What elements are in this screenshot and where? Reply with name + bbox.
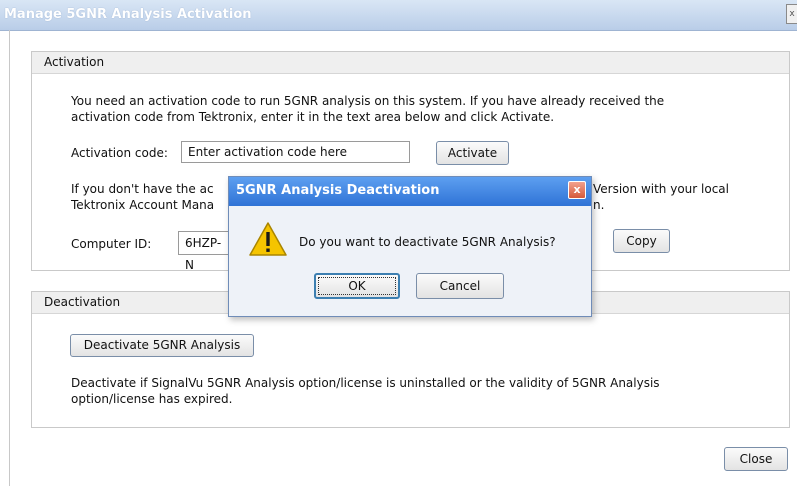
window-titlebar: Manage 5GNR Analysis Activation x bbox=[0, 0, 797, 31]
activation-code-label: Activation code: bbox=[71, 146, 168, 160]
computer-id-field: 6HZP-N bbox=[178, 231, 230, 272]
dialog-message: Do you want to deactivate 5GNR Analysis? bbox=[299, 235, 556, 249]
copy-button[interactable]: Copy bbox=[613, 229, 670, 253]
nocode-line2-right: n. bbox=[593, 198, 605, 212]
window-title: Manage 5GNR Analysis Activation bbox=[4, 7, 252, 22]
warning-icon bbox=[249, 222, 287, 256]
deactivation-note-line2: option/license has expired. bbox=[71, 392, 233, 406]
activate-button[interactable]: Activate bbox=[436, 141, 509, 165]
deactivate-button[interactable]: Deactivate 5GNR Analysis bbox=[70, 334, 254, 357]
close-button[interactable]: Close bbox=[724, 447, 788, 471]
activation-header: Activation bbox=[32, 52, 789, 74]
window-left-border bbox=[9, 30, 10, 486]
deactivation-dialog: 5GNR Analysis Deactivation x Do you want… bbox=[228, 176, 592, 317]
dialog-titlebar: 5GNR Analysis Deactivation x bbox=[229, 177, 591, 206]
nocode-line1-right: Version with your local bbox=[593, 182, 729, 196]
dialog-ok-button[interactable]: OK bbox=[314, 273, 400, 299]
window-close-button[interactable]: x bbox=[786, 4, 797, 24]
nocode-line2-left: Tektronix Account Mana bbox=[71, 198, 215, 212]
activation-intro-line2: activation code from Tektronix, enter it… bbox=[71, 110, 555, 124]
activation-code-input[interactable]: Enter activation code here bbox=[181, 141, 410, 163]
dialog-cancel-button[interactable]: Cancel bbox=[416, 273, 504, 299]
deactivation-note-line1: Deactivate if SignalVu 5GNR Analysis opt… bbox=[71, 376, 660, 390]
dialog-title: 5GNR Analysis Deactivation bbox=[236, 183, 440, 198]
nocode-line1-left: If you don't have the ac bbox=[71, 182, 214, 196]
computer-id-label: Computer ID: bbox=[71, 237, 152, 251]
dialog-close-button[interactable]: x bbox=[568, 181, 586, 199]
activation-intro-line1: You need an activation code to run 5GNR … bbox=[71, 94, 665, 108]
